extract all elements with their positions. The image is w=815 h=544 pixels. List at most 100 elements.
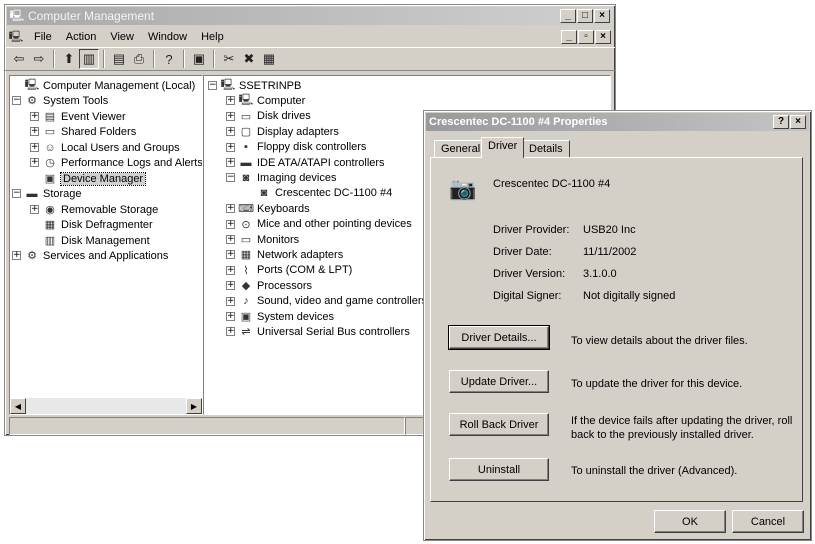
expand-icon[interactable]: + — [226, 219, 235, 229]
uninstall-device-icon[interactable]: ✖ — [239, 49, 259, 69]
tab-general[interactable]: General — [434, 140, 488, 158]
expand-icon[interactable]: + — [30, 143, 39, 152]
expand-icon[interactable]: + — [226, 204, 235, 214]
tree-node[interactable]: + ▭ Shared Folders — [30, 124, 136, 139]
forward-arrow-icon[interactable]: ⇨ — [29, 49, 49, 69]
driver-details-button[interactable]: Driver Details... — [448, 325, 550, 350]
tree-node[interactable]: ▦ Disk Defragmenter — [30, 217, 153, 232]
driver-version-label: Driver Version: — [493, 268, 566, 280]
device-node[interactable]: + ⇌ Universal Serial Bus controllers — [226, 324, 410, 339]
child-close-button[interactable]: × — [595, 30, 611, 44]
show-tree-icon[interactable]: ▥ — [79, 49, 99, 69]
device-node[interactable]: + ▣ System devices — [226, 309, 334, 324]
dialog-help-button[interactable]: ? — [773, 115, 789, 129]
computer-icon: 🖳 — [238, 94, 254, 107]
close-button[interactable]: × — [594, 9, 610, 23]
collapse-icon[interactable]: − — [12, 189, 21, 198]
help-icon[interactable]: ? — [159, 49, 179, 69]
device-node[interactable]: + ▢ Display adapters — [226, 124, 339, 139]
roll-back-driver-button[interactable]: Roll Back Driver — [449, 413, 549, 436]
defrag-icon: ▦ — [44, 219, 56, 231]
device-node[interactable]: + ▭ Disk drives — [226, 109, 311, 124]
device-node[interactable]: + ♪ Sound, video and game controllers — [226, 294, 427, 309]
tree-node[interactable]: 🖳 Computer Management (Local) — [12, 78, 196, 93]
expand-icon[interactable]: + — [226, 96, 235, 106]
expand-icon[interactable]: + — [226, 312, 235, 321]
collapse-icon[interactable]: − — [12, 96, 21, 105]
device-node[interactable]: + ▪ Floppy disk controllers — [226, 140, 366, 155]
computer-management-app-icon: 🖳 — [9, 9, 25, 22]
tree-node[interactable]: + ◉ Removable Storage — [30, 202, 158, 217]
menu-action[interactable]: Action — [59, 31, 104, 43]
maximize-button[interactable]: □ — [577, 9, 593, 23]
device-node[interactable]: + ⊙ Mice and other pointing devices — [226, 217, 412, 232]
expand-icon[interactable]: + — [30, 158, 39, 167]
node-label: Disk Defragmenter — [61, 218, 153, 231]
expand-icon[interactable]: + — [226, 281, 235, 291]
child-restore-button[interactable]: ▫ — [578, 30, 594, 44]
device-node[interactable]: − ◙ Imaging devices — [226, 170, 337, 185]
scan-hardware-icon[interactable]: ▣ — [189, 49, 209, 69]
tree-node[interactable]: ▥ Disk Management — [30, 233, 150, 248]
dialog-close-button[interactable]: × — [790, 115, 806, 129]
roll-back-description-line-2: back to the previously installed driver. — [571, 429, 754, 441]
toolbar-separator — [53, 50, 55, 68]
window-titlebar[interactable]: 🖳 Computer Management _ □ × — [7, 7, 613, 25]
expand-icon[interactable]: + — [226, 235, 235, 244]
tree-node[interactable]: + ◷ Performance Logs and Alerts — [30, 155, 202, 170]
expand-icon[interactable]: + — [226, 250, 235, 260]
tree-node[interactable]: − ⚙ System Tools — [12, 93, 108, 108]
tree-node[interactable]: − ▬ Storage — [12, 186, 82, 201]
disable-device-icon[interactable]: ✂ — [219, 49, 239, 69]
expand-icon[interactable]: + — [226, 158, 235, 167]
expand-icon[interactable]: + — [226, 265, 235, 275]
scroll-left-button[interactable]: ◀ — [10, 398, 26, 414]
tree-node[interactable]: + ▤ Event Viewer — [30, 109, 126, 124]
device-node[interactable]: ◙ Crescentec DC-1100 #4 — [244, 186, 393, 201]
scroll-right-button[interactable]: ▶ — [186, 398, 202, 414]
ok-button[interactable]: OK — [654, 510, 726, 533]
up-folder-icon[interactable]: ⬆ — [59, 49, 79, 69]
tree-node[interactable]: + ☺ Local Users and Groups — [30, 140, 180, 155]
node-label: Universal Serial Bus controllers — [257, 325, 410, 338]
device-node[interactable]: + ▬ IDE ATA/ATAPI controllers — [226, 155, 385, 170]
expand-icon[interactable]: + — [30, 112, 39, 121]
properties-icon[interactable]: ▤ — [109, 49, 129, 69]
menu-window[interactable]: Window — [141, 31, 194, 43]
child-minimize-button[interactable]: _ — [561, 30, 577, 44]
menu-help[interactable]: Help — [194, 31, 231, 43]
menu-file[interactable]: File — [27, 31, 59, 43]
device-node[interactable]: + ⌨ Keyboards — [226, 201, 310, 216]
horizontal-scrollbar[interactable]: ◀ ▶ — [10, 398, 202, 414]
enable-device-icon[interactable]: ▦ — [259, 49, 279, 69]
device-node[interactable]: − 🖳 SSETRINPB — [208, 78, 301, 93]
minimize-button[interactable]: _ — [560, 9, 576, 23]
update-driver-description: To update the driver for this device. — [571, 378, 743, 390]
cancel-button[interactable]: Cancel — [732, 510, 804, 533]
expand-icon[interactable]: + — [226, 111, 235, 121]
device-node[interactable]: + ⌇ Ports (COM & LPT) — [226, 263, 352, 278]
back-arrow-icon[interactable]: ⇦ — [9, 49, 29, 69]
update-driver-button[interactable]: Update Driver... — [449, 370, 549, 393]
expand-icon[interactable]: + — [226, 127, 235, 137]
expand-icon[interactable]: + — [30, 205, 39, 214]
print-icon[interactable]: ⎙ — [129, 49, 149, 69]
device-node[interactable]: + ▦ Network adapters — [226, 247, 343, 262]
tab-details[interactable]: Details — [522, 140, 570, 158]
tree-node[interactable]: ▣ Device Manager — [30, 171, 147, 186]
expand-icon[interactable]: + — [30, 127, 39, 136]
expand-icon[interactable]: + — [226, 142, 235, 152]
collapse-icon[interactable]: − — [226, 173, 235, 183]
menu-view[interactable]: View — [103, 31, 141, 43]
expand-icon[interactable]: + — [12, 251, 21, 260]
device-node[interactable]: + 🖳 Computer — [226, 93, 305, 108]
expand-icon[interactable]: + — [226, 327, 235, 337]
dialog-titlebar[interactable]: Crescentec DC-1100 #4 Properties ? × — [426, 113, 809, 131]
collapse-icon[interactable]: − — [208, 81, 217, 90]
device-node[interactable]: + ◆ Processors — [226, 278, 312, 293]
uninstall-button[interactable]: Uninstall — [449, 458, 549, 481]
device-node[interactable]: + ▭ Monitors — [226, 232, 299, 247]
expand-icon[interactable]: + — [226, 296, 235, 306]
tab-driver[interactable]: Driver — [481, 137, 525, 158]
tree-node[interactable]: + ⚙ Services and Applications — [12, 248, 168, 263]
